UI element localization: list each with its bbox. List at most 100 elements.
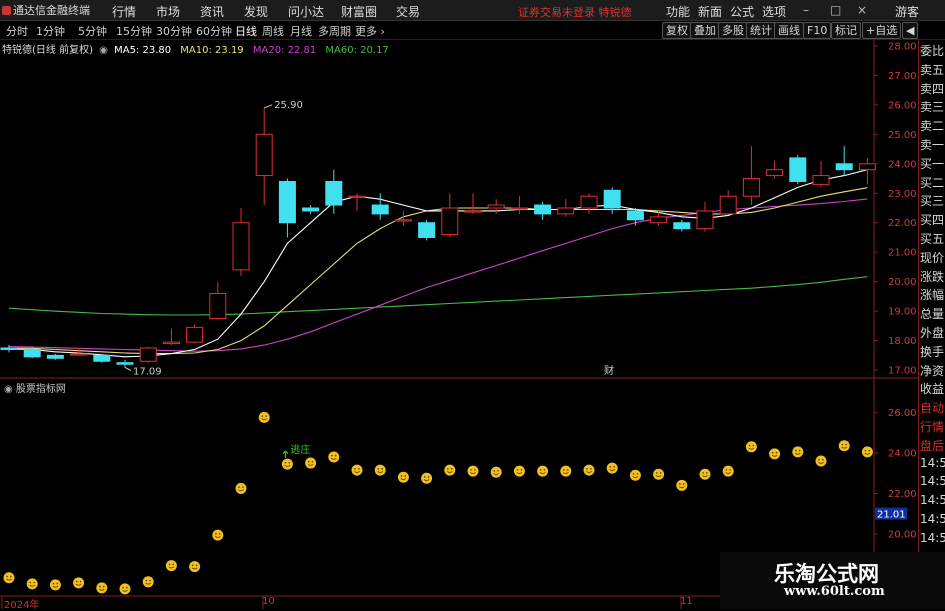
smiley-face bbox=[281, 458, 293, 470]
settings-icon[interactable]: ◉ bbox=[4, 384, 16, 395]
side-panel-item[interactable]: 现价 bbox=[920, 249, 944, 266]
smiley-icon bbox=[444, 464, 456, 476]
smiley-face bbox=[3, 572, 15, 584]
smiley-icon bbox=[305, 457, 317, 469]
side-panel-item[interactable]: 买三 bbox=[920, 192, 944, 209]
side-panel-item[interactable]: 换手 bbox=[920, 343, 944, 360]
candle bbox=[557, 207, 575, 215]
smiley-eye bbox=[748, 444, 751, 447]
smiley-eye bbox=[706, 472, 708, 474]
smiley-icon bbox=[606, 462, 618, 474]
side-panel-item[interactable]: 卖四 bbox=[920, 80, 944, 97]
ma20-line bbox=[8, 198, 868, 352]
candle bbox=[789, 157, 807, 182]
smiley-face bbox=[861, 446, 873, 458]
smiley-icon bbox=[838, 440, 850, 452]
side-panel-item[interactable]: 涨跌 bbox=[920, 268, 944, 285]
side-panel-item[interactable]: 买五 bbox=[920, 230, 944, 247]
side-panel-item[interactable]: 14:50 bbox=[920, 456, 945, 470]
smiley-eye bbox=[265, 415, 267, 417]
side-panel-item[interactable]: 盘后 bbox=[920, 437, 944, 454]
smiley-eye bbox=[632, 473, 635, 475]
side-panel-item[interactable]: 14:50 bbox=[920, 531, 945, 545]
side-panel-item[interactable]: 买二 bbox=[920, 174, 944, 191]
smiley-icon bbox=[537, 465, 549, 477]
smiley-eye bbox=[427, 476, 430, 478]
smiley-eye bbox=[566, 469, 569, 471]
price-tick-label: 24.00 bbox=[888, 159, 917, 170]
smiley-eye bbox=[122, 586, 124, 589]
smiley-eye bbox=[841, 443, 844, 446]
side-panel-item[interactable]: 总量 bbox=[920, 305, 944, 322]
sub-tick-label: 22.00 bbox=[888, 489, 917, 500]
candle bbox=[673, 222, 691, 230]
smiley-eye bbox=[377, 468, 380, 470]
smiley-icon bbox=[815, 455, 827, 467]
candle bbox=[0, 347, 18, 350]
side-panel-item[interactable]: 涨幅 bbox=[920, 286, 944, 303]
candle bbox=[603, 189, 621, 209]
smiley-face bbox=[96, 582, 108, 594]
side-panel-item[interactable]: 14:50 bbox=[920, 474, 945, 488]
candle bbox=[70, 353, 88, 356]
candle bbox=[766, 169, 784, 177]
smiley-eye bbox=[474, 469, 476, 471]
smiley-eye bbox=[10, 575, 12, 578]
smiley-eye bbox=[520, 469, 523, 471]
kline-chart[interactable]: 28.00 27.00 26.00 25.00 24.00 23.00 22.00 21.00… bbox=[0, 0, 945, 609]
smiley-eye bbox=[679, 483, 681, 485]
smiley-eye bbox=[752, 444, 755, 447]
smiley-icon bbox=[73, 577, 85, 589]
side-panel-item[interactable]: 买四 bbox=[920, 211, 944, 228]
smiley-eye bbox=[99, 585, 101, 588]
smiley-eye bbox=[149, 579, 151, 582]
smiley-icon bbox=[676, 479, 688, 491]
finance-mark[interactable]: 财 bbox=[604, 364, 614, 377]
smiley-icon bbox=[745, 441, 757, 453]
side-panel-item[interactable]: 买一 bbox=[920, 155, 944, 172]
side-panel-item[interactable]: 净资 bbox=[920, 362, 944, 379]
smiley-eye bbox=[102, 585, 105, 588]
candle bbox=[116, 362, 134, 365]
smiley-eye bbox=[590, 468, 592, 470]
side-panel-item[interactable]: 委比 bbox=[920, 42, 944, 59]
candle bbox=[371, 204, 389, 215]
side-panel-item[interactable]: 14:50 bbox=[920, 512, 945, 526]
side-panel-item[interactable]: 行情 bbox=[920, 418, 944, 435]
smiley-eye bbox=[288, 461, 291, 464]
smiley-eye bbox=[822, 458, 824, 461]
smiley-eye bbox=[75, 580, 78, 583]
smiley-eye bbox=[56, 582, 59, 585]
candle bbox=[534, 204, 552, 215]
side-panel-item[interactable]: 卖二 bbox=[920, 117, 944, 134]
smiley-icon bbox=[490, 466, 502, 478]
watermark-url: www.60lt.com bbox=[784, 584, 885, 599]
side-panel-item[interactable]: 卖五 bbox=[920, 61, 944, 78]
smiley-face bbox=[351, 464, 363, 476]
candle bbox=[186, 326, 204, 343]
smiley-icon bbox=[769, 448, 781, 460]
side-panel-item[interactable]: 卖一 bbox=[920, 136, 944, 153]
smiley-eye bbox=[586, 468, 588, 470]
side-panel-item[interactable]: 卖三 bbox=[920, 98, 944, 115]
smiley-face bbox=[444, 464, 456, 476]
smiley-eye bbox=[795, 449, 797, 452]
smiley-eye bbox=[168, 563, 171, 566]
side-panel-item[interactable]: 14:50 bbox=[920, 493, 945, 507]
smiley-face bbox=[305, 457, 317, 469]
side-panel-item[interactable]: 外盘 bbox=[920, 324, 944, 341]
smiley-face bbox=[165, 560, 177, 572]
side-panel-item[interactable]: 收益 bbox=[920, 380, 944, 397]
side-panel-item[interactable]: 自动 bbox=[920, 399, 944, 416]
smiley-eye bbox=[218, 533, 221, 535]
smiley-eye bbox=[725, 469, 728, 471]
price-tick-label: 19.00 bbox=[888, 307, 917, 318]
smiley-icon bbox=[699, 468, 711, 480]
smiley-eye bbox=[195, 564, 198, 567]
sub-tick-label: 24.00 bbox=[888, 448, 917, 459]
smiley-eye bbox=[609, 466, 612, 468]
smiley-eye bbox=[191, 564, 194, 567]
smiley-face bbox=[328, 451, 340, 463]
smiley-eye bbox=[311, 460, 314, 463]
price-tick-label: 25.00 bbox=[888, 130, 917, 141]
